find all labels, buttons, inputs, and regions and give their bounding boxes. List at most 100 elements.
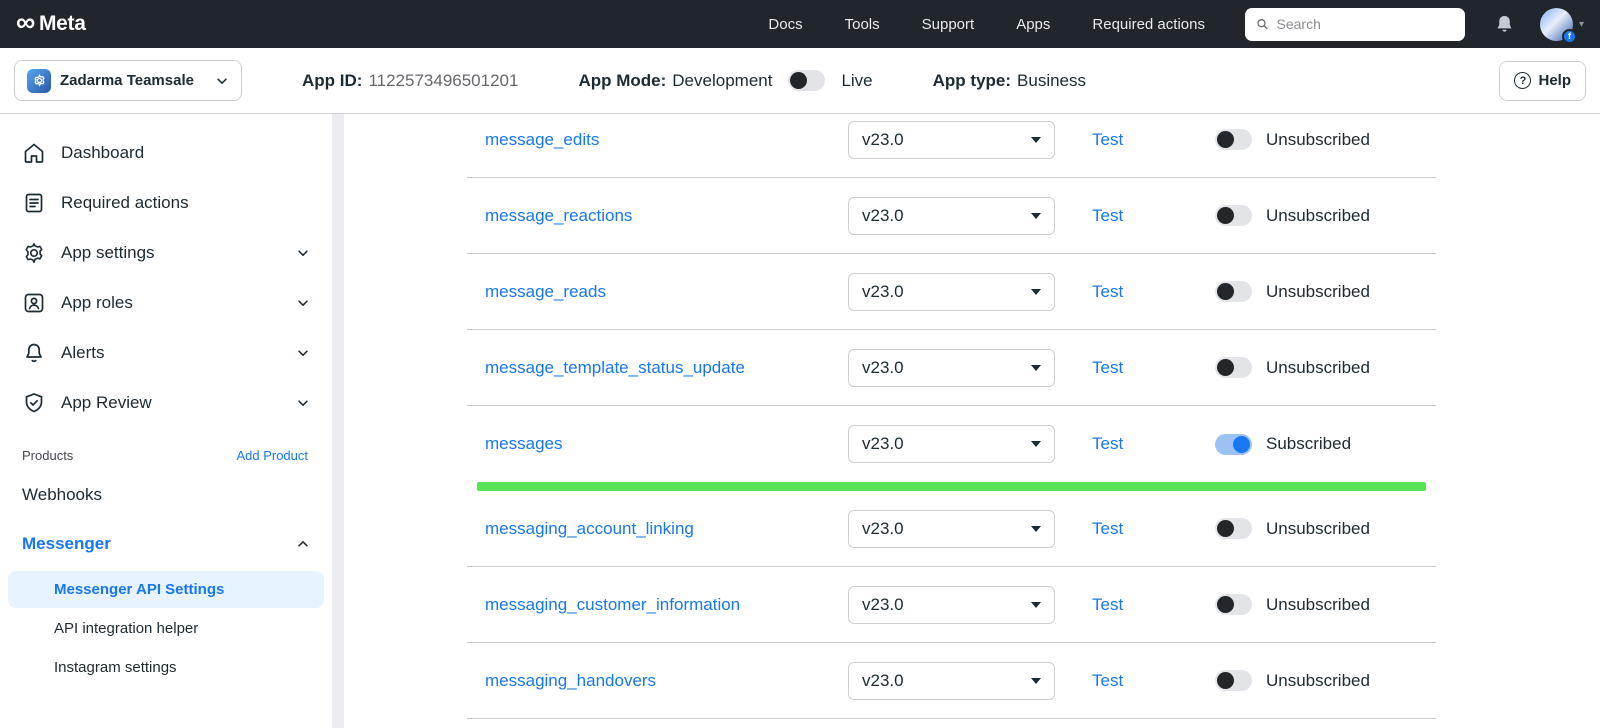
app-mode-toggle[interactable] [788, 70, 826, 91]
test-button[interactable]: Test [1092, 671, 1123, 690]
sidebar-item-dashboard[interactable]: Dashboard [0, 128, 332, 178]
top-nav-links: Docs Tools Support Apps Required actions [768, 16, 1205, 33]
caret-down-icon [1031, 601, 1041, 608]
sidebar-item-alerts[interactable]: Alerts [0, 328, 332, 378]
subscription-status: Subscribed [1266, 434, 1352, 453]
sidebar-item-api-integration-helper[interactable]: API integration helper [8, 610, 324, 647]
subscription-status: Unsubscribed [1266, 129, 1370, 149]
table-row: message_edits v23.0 Test Unsubscribed [467, 114, 1436, 178]
field-link[interactable]: messaging_account_linking [485, 519, 694, 538]
meta-logo[interactable]: ∞ Meta [16, 7, 86, 37]
field-link[interactable]: message_reads [485, 282, 606, 301]
nav-link[interactable]: Docs [768, 16, 802, 33]
test-button[interactable]: Test [1092, 130, 1123, 149]
subscribe-toggle[interactable] [1215, 357, 1252, 378]
search-icon [1257, 19, 1268, 30]
app-id-value: 1122573496501201 [368, 70, 519, 90]
sidebar-item-label: App Review [61, 393, 152, 412]
toggle-knob [790, 72, 808, 89]
nav-link[interactable]: Apps [1016, 16, 1050, 33]
table-row: messaging_customer_information v23.0 Tes… [467, 567, 1436, 643]
app-selector[interactable]: Zadarma Teamsale [14, 60, 242, 101]
version-select[interactable]: v23.0 [848, 585, 1055, 624]
table-row: message_reads v23.0 Test Unsubscribed [467, 254, 1436, 330]
subscribe-toggle[interactable] [1215, 594, 1252, 615]
subitem-label: Instagram settings [54, 659, 177, 676]
sidebar-item-label: Dashboard [61, 143, 145, 162]
page-body: Dashboard Required actions App settings … [0, 114, 1600, 728]
field-link[interactable]: message_template_status_update [485, 358, 745, 377]
subscribe-toggle[interactable] [1215, 670, 1252, 691]
subscribe-toggle[interactable] [1215, 129, 1252, 150]
test-button[interactable]: Test [1092, 282, 1123, 301]
subscribe-toggle[interactable] [1215, 281, 1252, 302]
sidebar-scrollbar[interactable] [332, 114, 344, 728]
app-mode-label: App Mode: [578, 70, 667, 90]
version-select[interactable]: v23.0 [848, 272, 1055, 311]
version-select[interactable]: v23.0 [848, 661, 1055, 700]
caret-down-icon [1031, 441, 1041, 447]
version-select[interactable]: v23.0 [848, 425, 1055, 463]
sidebar-item-messenger[interactable]: Messenger [0, 519, 332, 569]
sidebar-item-label: App roles [61, 293, 133, 312]
sidebar-item-messenger-api-settings[interactable]: Messenger API Settings [8, 571, 324, 608]
app-selector-label: Zadarma Teamsale [60, 72, 194, 89]
meta-infinity-icon: ∞ [16, 7, 35, 37]
caret-down-icon [1031, 136, 1041, 143]
field-link[interactable]: messaging_handovers [485, 671, 656, 690]
caret-down-icon [1031, 677, 1041, 684]
field-link[interactable]: messaging_customer_information [485, 595, 740, 614]
version-select[interactable]: v23.0 [848, 509, 1055, 548]
test-button[interactable]: Test [1092, 206, 1123, 225]
table-row: message_template_status_update v23.0 Tes… [467, 330, 1436, 406]
messenger-label: Messenger [22, 534, 111, 553]
meta-logo-text: Meta [38, 12, 86, 35]
toggle-knob [1233, 435, 1250, 453]
field-link[interactable]: messages [485, 434, 562, 453]
add-product-link[interactable]: Add Product [236, 448, 308, 463]
chevron-down-icon [298, 250, 308, 256]
sidebar-item-label: Required actions [61, 193, 189, 212]
sidebar-item-instagram-settings[interactable]: Instagram settings [8, 649, 324, 686]
live-label: Live [841, 70, 873, 90]
test-button[interactable]: Test [1092, 434, 1123, 453]
sidebar-item-app-review[interactable]: App Review [0, 378, 332, 428]
sidebar-item-app-settings[interactable]: App settings [0, 228, 332, 278]
bell-icon [22, 341, 46, 365]
subscribe-toggle[interactable] [1215, 518, 1252, 539]
field-link[interactable]: message_edits [485, 130, 599, 149]
field-link[interactable]: message_reactions [485, 206, 632, 225]
nav-link[interactable]: Required actions [1092, 16, 1205, 33]
version-label: v23.0 [862, 670, 904, 690]
sidebar-item-app-roles[interactable]: App roles [0, 278, 332, 328]
profile-menu[interactable]: f ▾ [1539, 7, 1584, 44]
subitem-label: Messenger API Settings [54, 581, 225, 598]
app-id-field: App ID: 1122573496501201 [302, 71, 518, 91]
test-button[interactable]: Test [1092, 595, 1123, 614]
caret-down-icon [1031, 525, 1041, 532]
caret-down-icon [1031, 212, 1041, 219]
test-button[interactable]: Test [1092, 358, 1123, 377]
search-box[interactable] [1244, 7, 1465, 41]
help-button[interactable]: ? Help [1499, 60, 1586, 101]
app-icon [27, 68, 51, 93]
nav-link[interactable]: Support [922, 16, 975, 33]
version-select[interactable]: v23.0 [848, 348, 1055, 387]
products-label: Products [22, 448, 74, 463]
subscribe-toggle[interactable] [1215, 433, 1252, 455]
version-select[interactable]: v23.0 [848, 120, 1055, 159]
subscription-status: Unsubscribed [1266, 518, 1370, 538]
sidebar-item-webhooks[interactable]: Webhooks [0, 471, 332, 519]
toggle-knob [1217, 283, 1234, 300]
subscription-status: Unsubscribed [1266, 205, 1370, 225]
subscribe-toggle[interactable] [1215, 205, 1252, 226]
search-input[interactable] [1276, 16, 1454, 32]
toggle-knob [1217, 131, 1234, 148]
version-label: v23.0 [862, 205, 904, 225]
nav-link[interactable]: Tools [845, 16, 880, 33]
notifications-button[interactable] [1493, 13, 1516, 36]
version-select[interactable]: v23.0 [848, 196, 1055, 235]
test-button[interactable]: Test [1092, 519, 1123, 538]
version-label: v23.0 [862, 594, 904, 614]
sidebar-item-required-actions[interactable]: Required actions [0, 178, 332, 228]
